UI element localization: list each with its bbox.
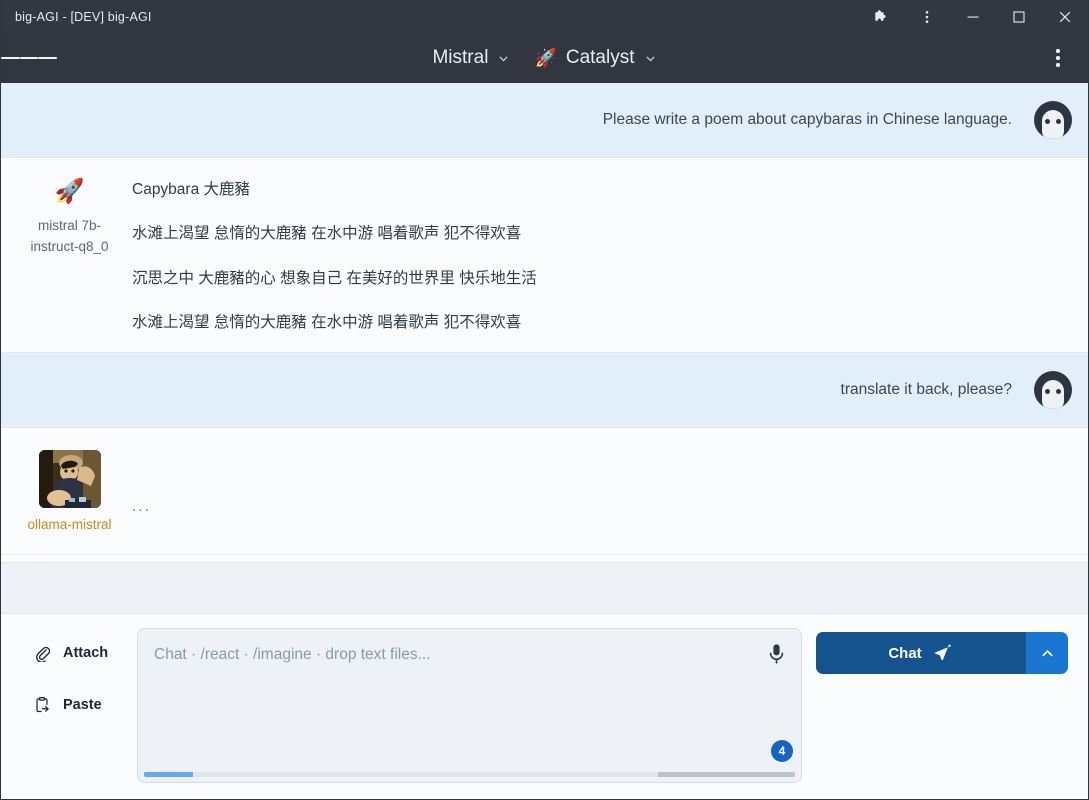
message-body: ...	[122, 446, 1072, 516]
message-body: Capybara 大鹿豬 水滩上渴望 怠惰的大鹿豬 在水中游 唱着歌声 犯不得欢…	[122, 176, 1072, 334]
message-text: Please write a poem about capybaras in C…	[602, 111, 1012, 128]
message-line: Capybara 大鹿豬	[132, 181, 251, 198]
persona-selector[interactable]: 🚀 Catalyst	[534, 47, 656, 69]
send-chat-button[interactable]: Chat	[816, 632, 1025, 674]
composer-spacer-band	[1, 562, 1088, 614]
photo-avatar	[38, 450, 101, 508]
composer-attachments: Attach Paste	[17, 628, 137, 799]
send-icon	[934, 643, 951, 660]
paste-label: Paste	[63, 697, 102, 713]
persona-label: Catalyst	[565, 47, 635, 68]
token-usage-used	[144, 772, 193, 777]
assistant-persona: ollama-mistral	[17, 446, 122, 536]
token-usage-reserved	[658, 772, 795, 777]
paperclip-icon	[36, 646, 51, 662]
chat-input-area[interactable]: Chat · /react · /imagine · drop text fil…	[137, 628, 802, 783]
chat-message-assistant: 🚀 mistral 7b-instruct-q8_0 Capybara 大鹿豬 …	[1, 158, 1088, 353]
hamburger-menu-icon[interactable]	[1, 33, 58, 83]
chevron-down-icon	[499, 55, 509, 61]
attach-button[interactable]: Attach	[33, 634, 137, 672]
model-vendor-selector[interactable]: Mistral	[432, 47, 510, 69]
model-vendor-label: Mistral	[432, 47, 489, 68]
chevron-down-icon	[645, 55, 655, 61]
maximize-icon[interactable]	[996, 1, 1042, 33]
model-name-label: mistral 7b-instruct-q8_0	[30, 218, 109, 254]
header-center-group: Mistral 🚀 Catalyst	[1, 47, 1088, 69]
paste-button[interactable]: Paste	[33, 686, 137, 724]
send-options-button[interactable]	[1025, 632, 1068, 674]
person-avatar-icon	[1034, 101, 1072, 139]
message-line: 水滩上渴望 怠惰的大鹿豬 在水中游 唱着歌声 犯不得欢喜	[132, 225, 522, 243]
message-line: 水滩上渴望 怠惰的大鹿豬 在水中游 唱着歌声 犯不得欢喜	[132, 313, 522, 331]
browser-menu-icon[interactable]	[904, 1, 950, 33]
header-right-group	[1038, 33, 1078, 83]
composer: Attach Paste Chat · /react · /imagine · …	[1, 614, 1088, 799]
rocket-icon: 🚀	[534, 48, 557, 68]
chat-message-user: Please write a poem about capybaras in C…	[1, 83, 1088, 158]
chat-input-placeholder: Chat · /react · /imagine · drop text fil…	[154, 646, 431, 663]
close-icon[interactable]	[1042, 1, 1088, 33]
message-line: 沉思之中 大鹿豬的心 想象自己 在美好的世界里 快乐地生活	[132, 269, 537, 287]
clipboard-paste-icon	[36, 696, 49, 713]
chat-empty-space	[1, 554, 1088, 562]
attach-label: Attach	[63, 645, 109, 661]
typing-indicator: ...	[132, 498, 151, 515]
model-name-label: ollama-mistral	[27, 517, 112, 532]
app-window: big-AGI - [DEV] big-AGI Mistral 🚀 Cataly…	[0, 0, 1089, 800]
app-header: Mistral 🚀 Catalyst	[1, 33, 1088, 83]
window-controls	[858, 1, 1088, 33]
extensions-icon[interactable]	[858, 1, 904, 33]
chat-message-assistant: ollama-mistral ...	[1, 428, 1088, 555]
token-usage-bar	[144, 772, 795, 777]
minimize-icon[interactable]	[950, 1, 996, 33]
composer-actions: Chat	[816, 628, 1072, 799]
window-title: big-AGI - [DEV] big-AGI	[15, 10, 152, 24]
chat-message-list[interactable]: Please write a poem about capybaras in C…	[1, 83, 1088, 614]
message-text: translate it back, please?	[840, 381, 1012, 398]
microphone-icon[interactable]	[768, 643, 785, 670]
person-avatar-icon	[1034, 371, 1072, 409]
send-chat-label: Chat	[888, 644, 922, 662]
rocket-icon: 🚀	[54, 178, 85, 205]
send-button-group: Chat	[816, 632, 1068, 674]
chat-message-user: translate it back, please?	[1, 353, 1088, 428]
assistant-persona: 🚀 mistral 7b-instruct-q8_0	[17, 176, 122, 258]
app-options-menu-icon[interactable]	[1038, 38, 1078, 78]
chevron-up-icon	[1041, 649, 1053, 656]
token-count-badge[interactable]: 4	[771, 740, 793, 762]
title-bar: big-AGI - [DEV] big-AGI	[1, 1, 1088, 33]
